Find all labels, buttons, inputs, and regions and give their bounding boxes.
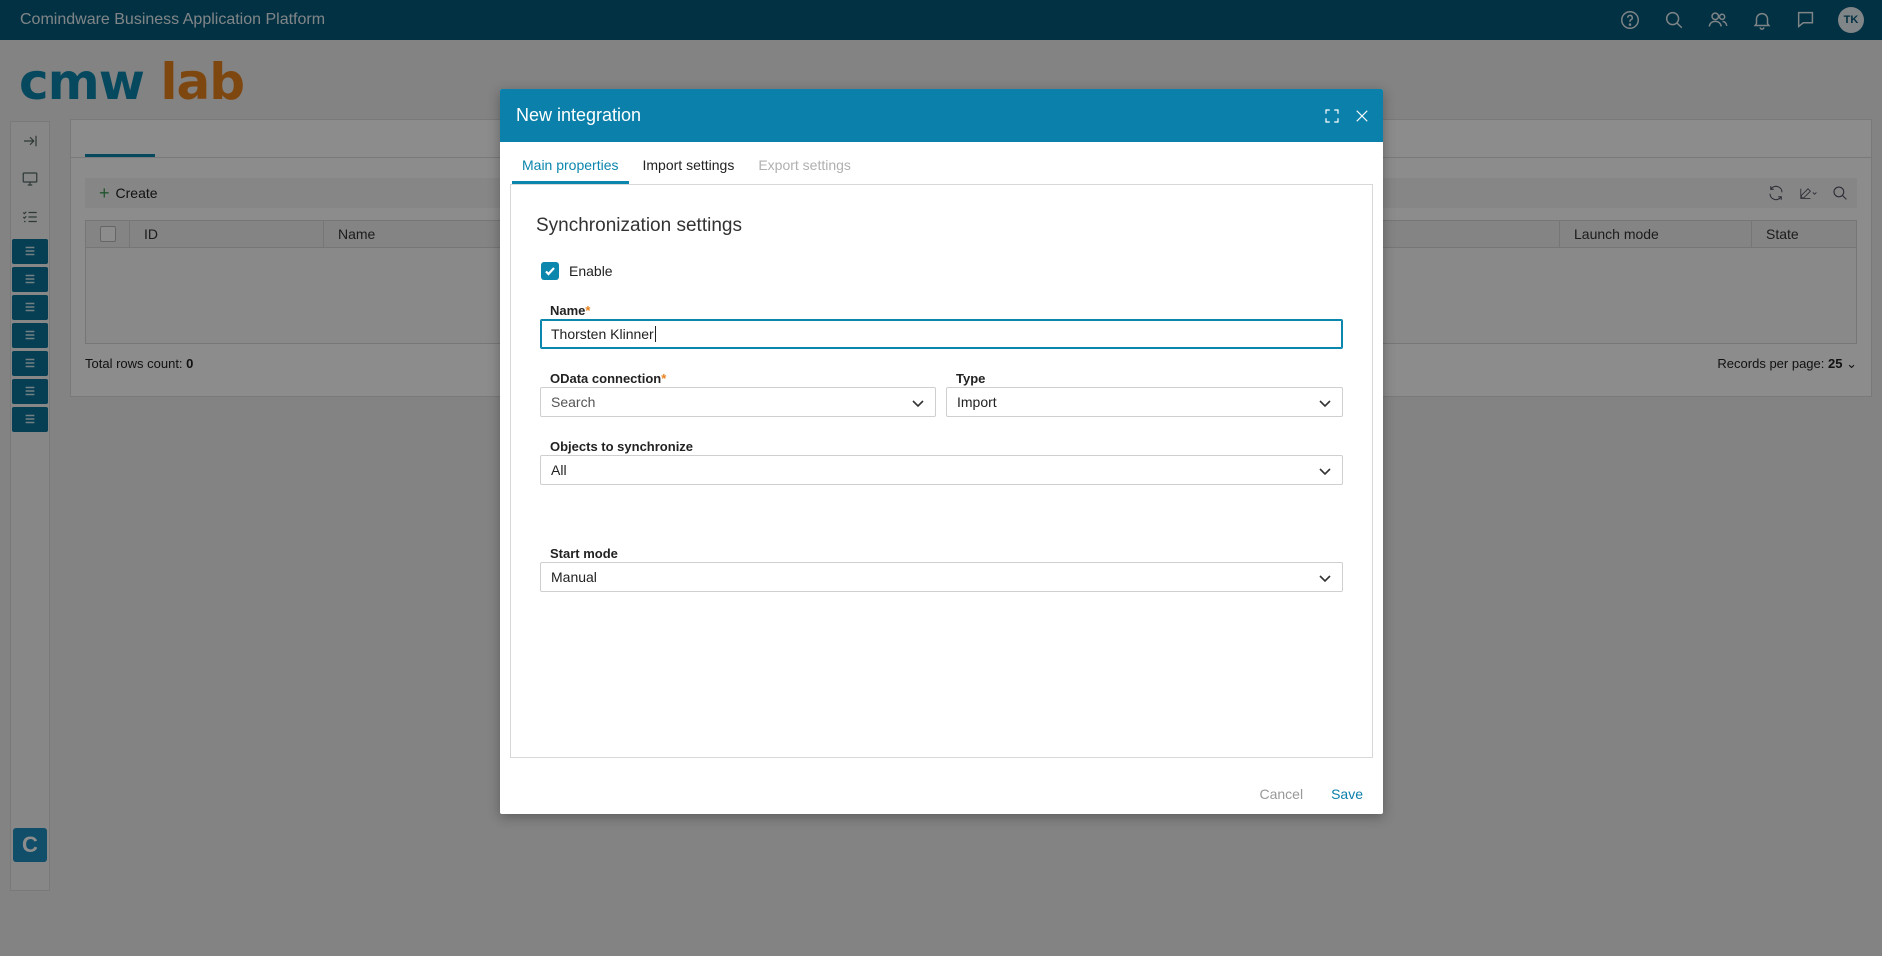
- odata-connection-placeholder: Search: [551, 394, 596, 410]
- objects-label: Objects to synchronize: [550, 439, 694, 454]
- type-value: Import: [957, 394, 997, 410]
- type-label: Type: [956, 371, 986, 386]
- enable-label: Enable: [569, 263, 613, 279]
- tab-import-settings[interactable]: Import settings: [633, 157, 745, 184]
- odata-connection-select[interactable]: Search: [540, 387, 936, 417]
- chevron-down-icon: [1318, 396, 1332, 410]
- chevron-down-icon: [911, 396, 925, 410]
- name-input[interactable]: Thorsten Klinner: [540, 319, 1343, 349]
- name-input-value: Thorsten Klinner: [551, 326, 654, 342]
- new-integration-dialog: New integration Main properties Import s…: [500, 89, 1383, 814]
- dialog-footer: Cancel Save: [1259, 786, 1363, 802]
- type-select[interactable]: Import: [946, 387, 1343, 417]
- odata-connection-label: OData connection*: [550, 371, 667, 386]
- tab-export-settings[interactable]: Export settings: [748, 157, 861, 184]
- close-icon[interactable]: [1353, 107, 1371, 125]
- section-title: Synchronization settings: [536, 215, 742, 236]
- objects-select[interactable]: All: [540, 455, 1343, 485]
- maximize-icon[interactable]: [1323, 107, 1341, 125]
- start-mode-value: Manual: [551, 569, 597, 585]
- dialog-title: New integration: [516, 105, 642, 125]
- name-label: Name*: [550, 303, 591, 318]
- tab-main-properties[interactable]: Main properties: [512, 157, 629, 184]
- start-mode-select[interactable]: Manual: [540, 562, 1343, 592]
- text-caret: [654, 326, 656, 342]
- dialog-header: New integration: [500, 89, 1383, 142]
- dialog-tabs: Main properties Import settings Export s…: [512, 142, 865, 184]
- cancel-button[interactable]: Cancel: [1259, 786, 1303, 802]
- chevron-down-icon: [1318, 464, 1332, 478]
- enable-checkbox[interactable]: [541, 262, 559, 280]
- start-mode-label: Start mode: [550, 546, 618, 561]
- dialog-content: Synchronization settings Enable Name* Th…: [510, 184, 1373, 758]
- check-icon: [545, 267, 555, 276]
- enable-row: Enable: [541, 262, 613, 280]
- objects-value: All: [551, 462, 567, 478]
- save-button[interactable]: Save: [1331, 786, 1363, 802]
- chevron-down-icon: [1318, 571, 1332, 585]
